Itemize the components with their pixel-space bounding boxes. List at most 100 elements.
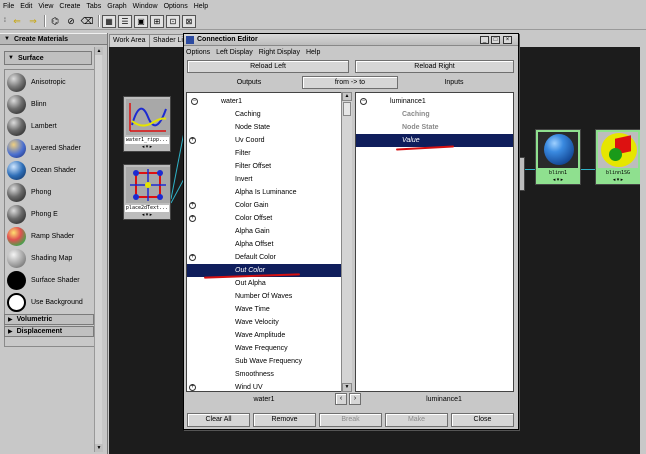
expand-attribute-icon[interactable]: + — [189, 254, 196, 261]
editor-menu-right-display[interactable]: Right Display — [259, 49, 300, 56]
tab-shader-library[interactable]: Shader Li — [149, 34, 187, 47]
remove-button[interactable]: Remove — [253, 413, 316, 427]
editor-menu-options[interactable]: Options — [186, 49, 210, 56]
outputs-attribute-list[interactable]: − water1 Caching Node State + Uv Coord Filte… — [186, 92, 342, 392]
menu-options[interactable]: Options — [164, 3, 188, 10]
output-attribute-caching[interactable]: Caching — [187, 108, 341, 121]
output-attribute-node-state[interactable]: Node State — [187, 121, 341, 134]
output-attribute-wave-time[interactable]: Wave Time — [187, 303, 341, 316]
clear-all-button[interactable]: Clear All — [187, 413, 250, 427]
displacement-section-header[interactable]: ▶ Displacement — [4, 326, 94, 337]
input-attribute-value[interactable]: Value — [356, 134, 513, 147]
menu-file[interactable]: File — [3, 3, 14, 10]
scroll-up-icon[interactable]: ▲ — [342, 92, 352, 101]
output-attribute-wave-amplitude[interactable]: Wave Amplitude — [187, 329, 341, 342]
shader-lambert[interactable]: Lambert — [7, 116, 57, 136]
right-root-node[interactable]: − luminance1 — [356, 95, 513, 108]
menu-tabs[interactable]: Tabs — [86, 3, 101, 10]
graph-output-icon[interactable]: ⊠ — [182, 14, 196, 28]
node-view-icon[interactable]: ▣ — [134, 14, 148, 28]
output-attribute-invert[interactable]: Invert — [187, 173, 341, 186]
output-attribute-color-gain[interactable]: + Color Gain — [187, 199, 341, 212]
editor-menu-left-display[interactable]: Left Display — [216, 49, 253, 56]
output-attribute-sub-wave-frequency[interactable]: Sub Wave Frequency — [187, 355, 341, 368]
menu-view[interactable]: View — [38, 3, 53, 10]
shader-surface-shader[interactable]: Surface Shader — [7, 270, 80, 290]
menu-edit[interactable]: Edit — [20, 3, 32, 10]
scroll-down-icon[interactable]: ▼ — [342, 383, 352, 392]
menu-create[interactable]: Create — [59, 3, 80, 10]
shader-ocean-shader[interactable]: Ocean Shader — [7, 160, 76, 180]
input-attribute-node-state[interactable]: Node State — [356, 121, 513, 134]
tab-work-area[interactable]: Work Area — [109, 34, 150, 47]
menu-window[interactable]: Window — [133, 3, 158, 10]
blinn-material-node[interactable]: blinn1 ◂ ▾ ▸ — [535, 129, 581, 185]
output-attribute-alpha-is-luminance[interactable]: Alpha Is Luminance — [187, 186, 341, 199]
maximize-icon[interactable]: □ — [491, 36, 500, 44]
shader-phong-e[interactable]: Phong E — [7, 204, 58, 224]
direction-toggle-button[interactable]: from -> to — [302, 76, 398, 89]
close-icon[interactable]: × — [503, 36, 512, 44]
reload-right-button[interactable]: Reload Right — [355, 60, 514, 73]
surface-section-header[interactable]: ▼ Surface — [4, 51, 92, 65]
shading-group-node[interactable]: blinn1SG ◂ ▾ ▸ — [595, 129, 641, 185]
output-attribute-filter[interactable]: Filter — [187, 147, 341, 160]
collapse-node-icon[interactable]: − — [360, 98, 367, 105]
output-attribute-alpha-gain[interactable]: Alpha Gain — [187, 225, 341, 238]
output-attribute-number-of-waves[interactable]: Number Of Waves — [187, 290, 341, 303]
output-attribute-wind-uv[interactable]: + Wind UV — [187, 381, 341, 391]
shader-blinn[interactable]: Blinn — [7, 94, 47, 114]
output-attribute-default-color[interactable]: + Default Color — [187, 251, 341, 264]
expand-attribute-icon[interactable]: + — [189, 384, 196, 391]
arrow-left-icon[interactable]: ⇐ — [10, 15, 24, 28]
scroll-down-icon[interactable]: ▼ — [95, 444, 103, 452]
water-texture-node[interactable]: water1_ripp... ◂ ▾ ▸ — [123, 96, 171, 152]
reload-left-button[interactable]: Reload Left — [187, 60, 349, 73]
shader-phong[interactable]: Phong — [7, 182, 51, 202]
output-attribute-filter-offset[interactable]: Filter Offset — [187, 160, 341, 173]
left-root-node[interactable]: − water1 — [187, 95, 341, 108]
minimize-icon[interactable]: _ — [480, 36, 489, 44]
editor-menu-help[interactable]: Help — [306, 49, 320, 56]
output-attribute-color-offset[interactable]: + Color Offset — [187, 212, 341, 225]
menu-help[interactable]: Help — [194, 3, 208, 10]
output-attribute-out-alpha[interactable]: Out Alpha — [187, 277, 341, 290]
volumetric-section-header[interactable]: ▶ Volumetric — [4, 314, 94, 325]
output-attribute-wave-velocity[interactable]: Wave Velocity — [187, 316, 341, 329]
left-panel-scrollbar[interactable]: ▲ ▼ — [94, 47, 103, 452]
input-attribute-caching[interactable]: Caching — [356, 108, 513, 121]
place2d-texture-node[interactable]: place2dText... ◂ ▾ ▸ — [123, 164, 171, 220]
shader-use-background[interactable]: Use Background — [7, 292, 83, 312]
editor-title-bar[interactable]: Connection Editor — [184, 34, 518, 46]
next-node-icon[interactable]: › — [349, 393, 361, 405]
list-view-icon[interactable]: ☰ — [118, 14, 132, 28]
menu-graph[interactable]: Graph — [107, 3, 126, 10]
shader-ramp-shader[interactable]: Ramp Shader — [7, 226, 74, 246]
prev-node-icon[interactable]: ‹ — [335, 393, 347, 405]
scroll-up-icon[interactable]: ▲ — [95, 47, 103, 55]
grid-view-icon[interactable]: ▦ — [102, 14, 116, 28]
collapse-node-icon[interactable]: − — [191, 98, 198, 105]
arrow-right-icon[interactable]: ⇒ — [26, 15, 40, 28]
swatch-view-icon[interactable]: ⊞ — [150, 14, 164, 28]
output-attribute-uv-coord[interactable]: + Uv Coord — [187, 134, 341, 147]
expand-attribute-icon[interactable]: + — [189, 137, 196, 144]
shader-anisotropic[interactable]: Anisotropic — [7, 72, 66, 92]
output-attribute-wave-frequency[interactable]: Wave Frequency — [187, 342, 341, 355]
create-materials-header[interactable]: ▼ Create Materials — [0, 33, 107, 45]
make-button[interactable]: Make — [385, 413, 448, 427]
outputs-scrollbar[interactable]: ▲ ▼ — [341, 92, 352, 392]
shader-shading-map[interactable]: Shading Map — [7, 248, 72, 268]
break-button[interactable]: Break — [319, 413, 382, 427]
shader-layered-shader[interactable]: Layered Shader — [7, 138, 81, 158]
output-attribute-alpha-offset[interactable]: Alpha Offset — [187, 238, 341, 251]
graph-icon[interactable]: ⌬ — [48, 15, 62, 28]
graph-input-icon[interactable]: ⊡ — [166, 14, 180, 28]
link-icon[interactable]: ⊘ — [64, 15, 78, 28]
expand-attribute-icon[interactable]: + — [189, 202, 196, 209]
close-button[interactable]: Close — [451, 413, 514, 427]
clear-graph-icon[interactable]: ⌫ — [80, 15, 94, 28]
output-attribute-smoothness[interactable]: Smoothness — [187, 368, 341, 381]
expand-attribute-icon[interactable]: + — [189, 215, 196, 222]
luminance-node-edge[interactable] — [519, 157, 525, 191]
